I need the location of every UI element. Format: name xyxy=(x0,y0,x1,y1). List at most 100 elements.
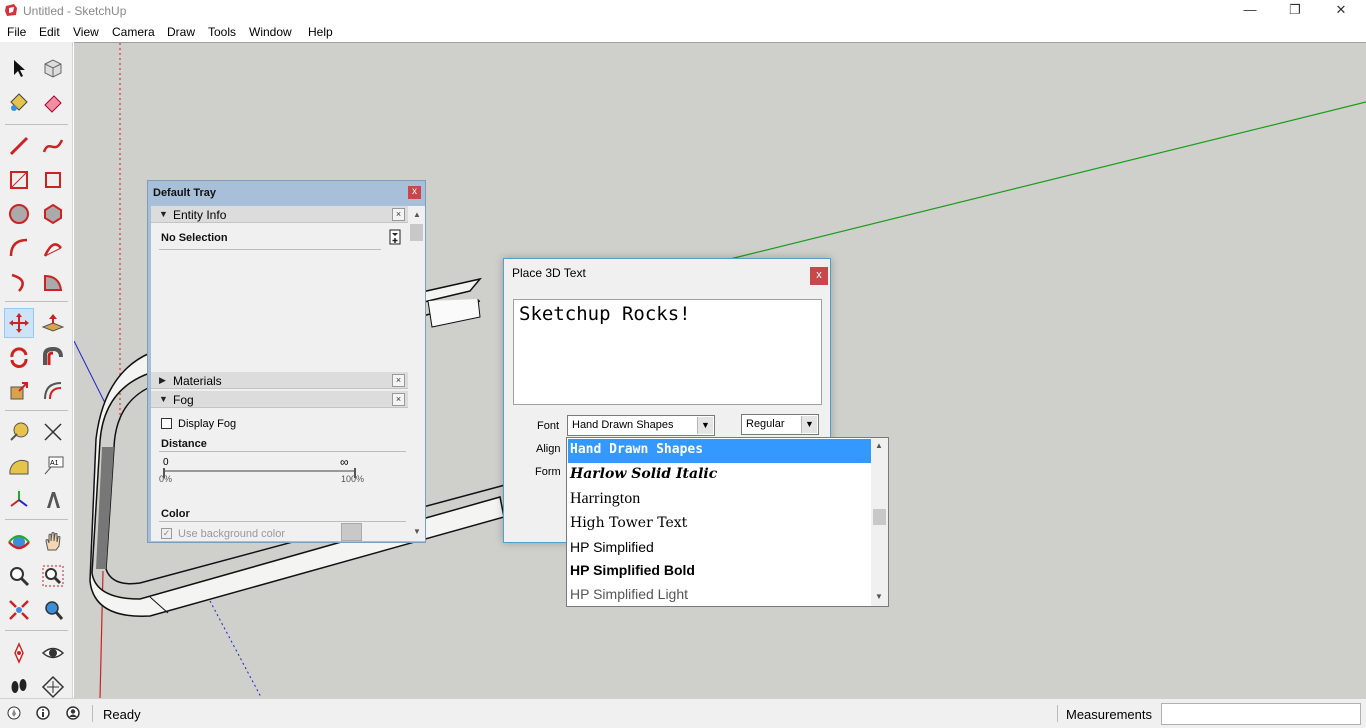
polygon-icon[interactable] xyxy=(38,199,68,229)
fog-header[interactable]: ▼ Fog × xyxy=(151,391,408,408)
restore-button[interactable]: ❐ xyxy=(1272,0,1318,22)
credits-icon[interactable] xyxy=(36,706,50,720)
text-input-area[interactable]: Sketchup Rocks! xyxy=(513,299,822,405)
text-tool-icon[interactable]: A1 xyxy=(38,451,68,481)
fog-distance-slider[interactable] xyxy=(163,470,356,472)
scroll-up-icon[interactable]: ▲ xyxy=(875,441,883,450)
toolbar-separator xyxy=(5,301,68,302)
entity-info-close-button[interactable]: × xyxy=(392,208,405,221)
menu-help[interactable]: Help xyxy=(308,25,333,39)
orbit-icon[interactable] xyxy=(4,527,34,557)
fog-color-swatch[interactable] xyxy=(341,523,362,541)
geo-location-icon[interactable] xyxy=(7,706,21,720)
toolbar-separator xyxy=(5,630,68,631)
zoom-extents-icon[interactable] xyxy=(4,595,34,625)
scroll-down-icon[interactable]: ▼ xyxy=(413,527,421,536)
font-option-harrington[interactable]: Harrington xyxy=(568,487,872,511)
expand-arrow-icon: ▶ xyxy=(159,375,166,385)
zoom-window-icon[interactable] xyxy=(38,561,68,591)
close-button[interactable]: ✕ xyxy=(1318,0,1364,22)
use-background-color-label: Use background color xyxy=(178,528,286,540)
tray-scrollbar[interactable]: ▲ ▼ xyxy=(408,206,425,541)
arc-icon[interactable] xyxy=(4,233,34,263)
protractor-icon[interactable] xyxy=(4,451,34,481)
default-tray-panel: Default Tray x ▼ Entity Info × No Select… xyxy=(147,180,426,543)
window-title: Untitled - SketchUp xyxy=(23,4,127,18)
eraser-icon[interactable] xyxy=(38,87,68,117)
distance-label: Distance xyxy=(161,438,207,450)
font-option-hp-simplified-bold[interactable]: HP Simplified Bold xyxy=(568,558,872,582)
3d-text-icon[interactable] xyxy=(38,485,68,515)
dialog-close-button[interactable]: x xyxy=(810,267,828,285)
align-label: Align xyxy=(536,443,561,455)
menu-draw[interactable]: Draw xyxy=(167,25,195,39)
make-component-icon[interactable] xyxy=(38,53,68,83)
dimension-icon[interactable] xyxy=(38,417,68,447)
divider xyxy=(159,521,406,522)
previous-view-icon[interactable] xyxy=(38,595,68,625)
tray-title: Default Tray xyxy=(153,187,216,199)
menu-camera[interactable]: Camera xyxy=(112,25,155,39)
scale-icon[interactable] xyxy=(4,376,34,406)
font-style-select[interactable]: Regular ▼ xyxy=(741,414,819,435)
title-bar: Untitled - SketchUp — ❐ ✕ xyxy=(0,0,1366,22)
font-dropdown-list[interactable]: Hand Drawn Shapes Harlow Solid Italic Ha… xyxy=(566,437,889,607)
move-tool-icon[interactable] xyxy=(4,308,34,338)
font-option-hp-simplified-light[interactable]: HP Simplified Light xyxy=(568,582,872,606)
font-option-harlow-solid-italic[interactable]: Harlow Solid Italic xyxy=(568,463,872,487)
use-background-color-checkbox[interactable]: ✓ xyxy=(161,528,172,539)
axes-icon[interactable] xyxy=(4,485,34,515)
follow-me-icon[interactable] xyxy=(38,342,68,372)
line-tool-icon[interactable] xyxy=(4,131,34,161)
look-around-icon[interactable] xyxy=(38,638,68,668)
font-option-high-tower-text[interactable]: High Tower Text xyxy=(568,511,872,535)
chevron-down-icon[interactable]: ▼ xyxy=(801,416,817,433)
paint-bucket-icon[interactable] xyxy=(4,87,34,117)
scroll-up-icon[interactable]: ▲ xyxy=(413,210,421,219)
scroll-thumb[interactable] xyxy=(873,509,886,525)
menu-edit[interactable]: Edit xyxy=(39,25,60,39)
rectangle-icon[interactable] xyxy=(4,165,34,195)
entity-info-header[interactable]: ▼ Entity Info × xyxy=(151,206,408,223)
position-camera-icon[interactable] xyxy=(4,638,34,668)
offset-icon[interactable] xyxy=(38,376,68,406)
font-option-hand-drawn-shapes[interactable]: Hand Drawn Shapes xyxy=(568,439,872,463)
pan-icon[interactable] xyxy=(38,527,68,557)
two-point-arc-icon[interactable] xyxy=(38,233,68,263)
scroll-down-icon[interactable]: ▼ xyxy=(875,592,883,601)
user-account-icon[interactable] xyxy=(66,706,80,720)
entity-info-label: Entity Info xyxy=(173,208,227,222)
materials-header[interactable]: ▶ Materials × xyxy=(151,372,408,389)
font-option-hp-simplified[interactable]: HP Simplified xyxy=(568,535,872,559)
freehand-icon[interactable] xyxy=(38,131,68,161)
materials-close-button[interactable]: × xyxy=(392,374,405,387)
pie-icon[interactable] xyxy=(38,267,68,297)
tool-palette: A1 xyxy=(0,42,73,699)
three-point-arc-icon[interactable] xyxy=(4,267,34,297)
status-bar: Ready Measurements xyxy=(0,698,1366,728)
toggle-details-icon[interactable] xyxy=(389,229,401,245)
fog-close-button[interactable]: × xyxy=(392,393,405,406)
select-tool-icon[interactable] xyxy=(4,53,34,83)
tray-close-button[interactable]: x xyxy=(408,186,421,199)
push-pull-icon[interactable] xyxy=(38,308,68,338)
font-select[interactable]: Hand Drawn Shapes ▼ xyxy=(567,415,715,436)
minimize-button[interactable]: — xyxy=(1227,0,1273,22)
menu-view[interactable]: View xyxy=(73,25,99,39)
tape-measure-icon[interactable] xyxy=(4,417,34,447)
display-fog-checkbox[interactable] xyxy=(161,418,172,429)
menu-window[interactable]: Window xyxy=(249,25,292,39)
status-text: Ready xyxy=(103,707,141,722)
menu-tools[interactable]: Tools xyxy=(208,25,236,39)
svg-text:A1: A1 xyxy=(50,460,59,467)
chevron-down-icon[interactable]: ▼ xyxy=(697,417,713,434)
zoom-icon[interactable] xyxy=(4,561,34,591)
menu-file[interactable]: File xyxy=(7,25,26,39)
circle-icon[interactable] xyxy=(4,199,34,229)
font-list-scrollbar[interactable]: ▲ ▼ xyxy=(871,438,888,606)
rotate-icon[interactable] xyxy=(4,342,34,372)
rotated-rectangle-icon[interactable] xyxy=(38,165,68,195)
scroll-thumb[interactable] xyxy=(410,224,423,241)
measurements-input[interactable] xyxy=(1161,703,1361,725)
fog-label: Fog xyxy=(173,393,194,407)
